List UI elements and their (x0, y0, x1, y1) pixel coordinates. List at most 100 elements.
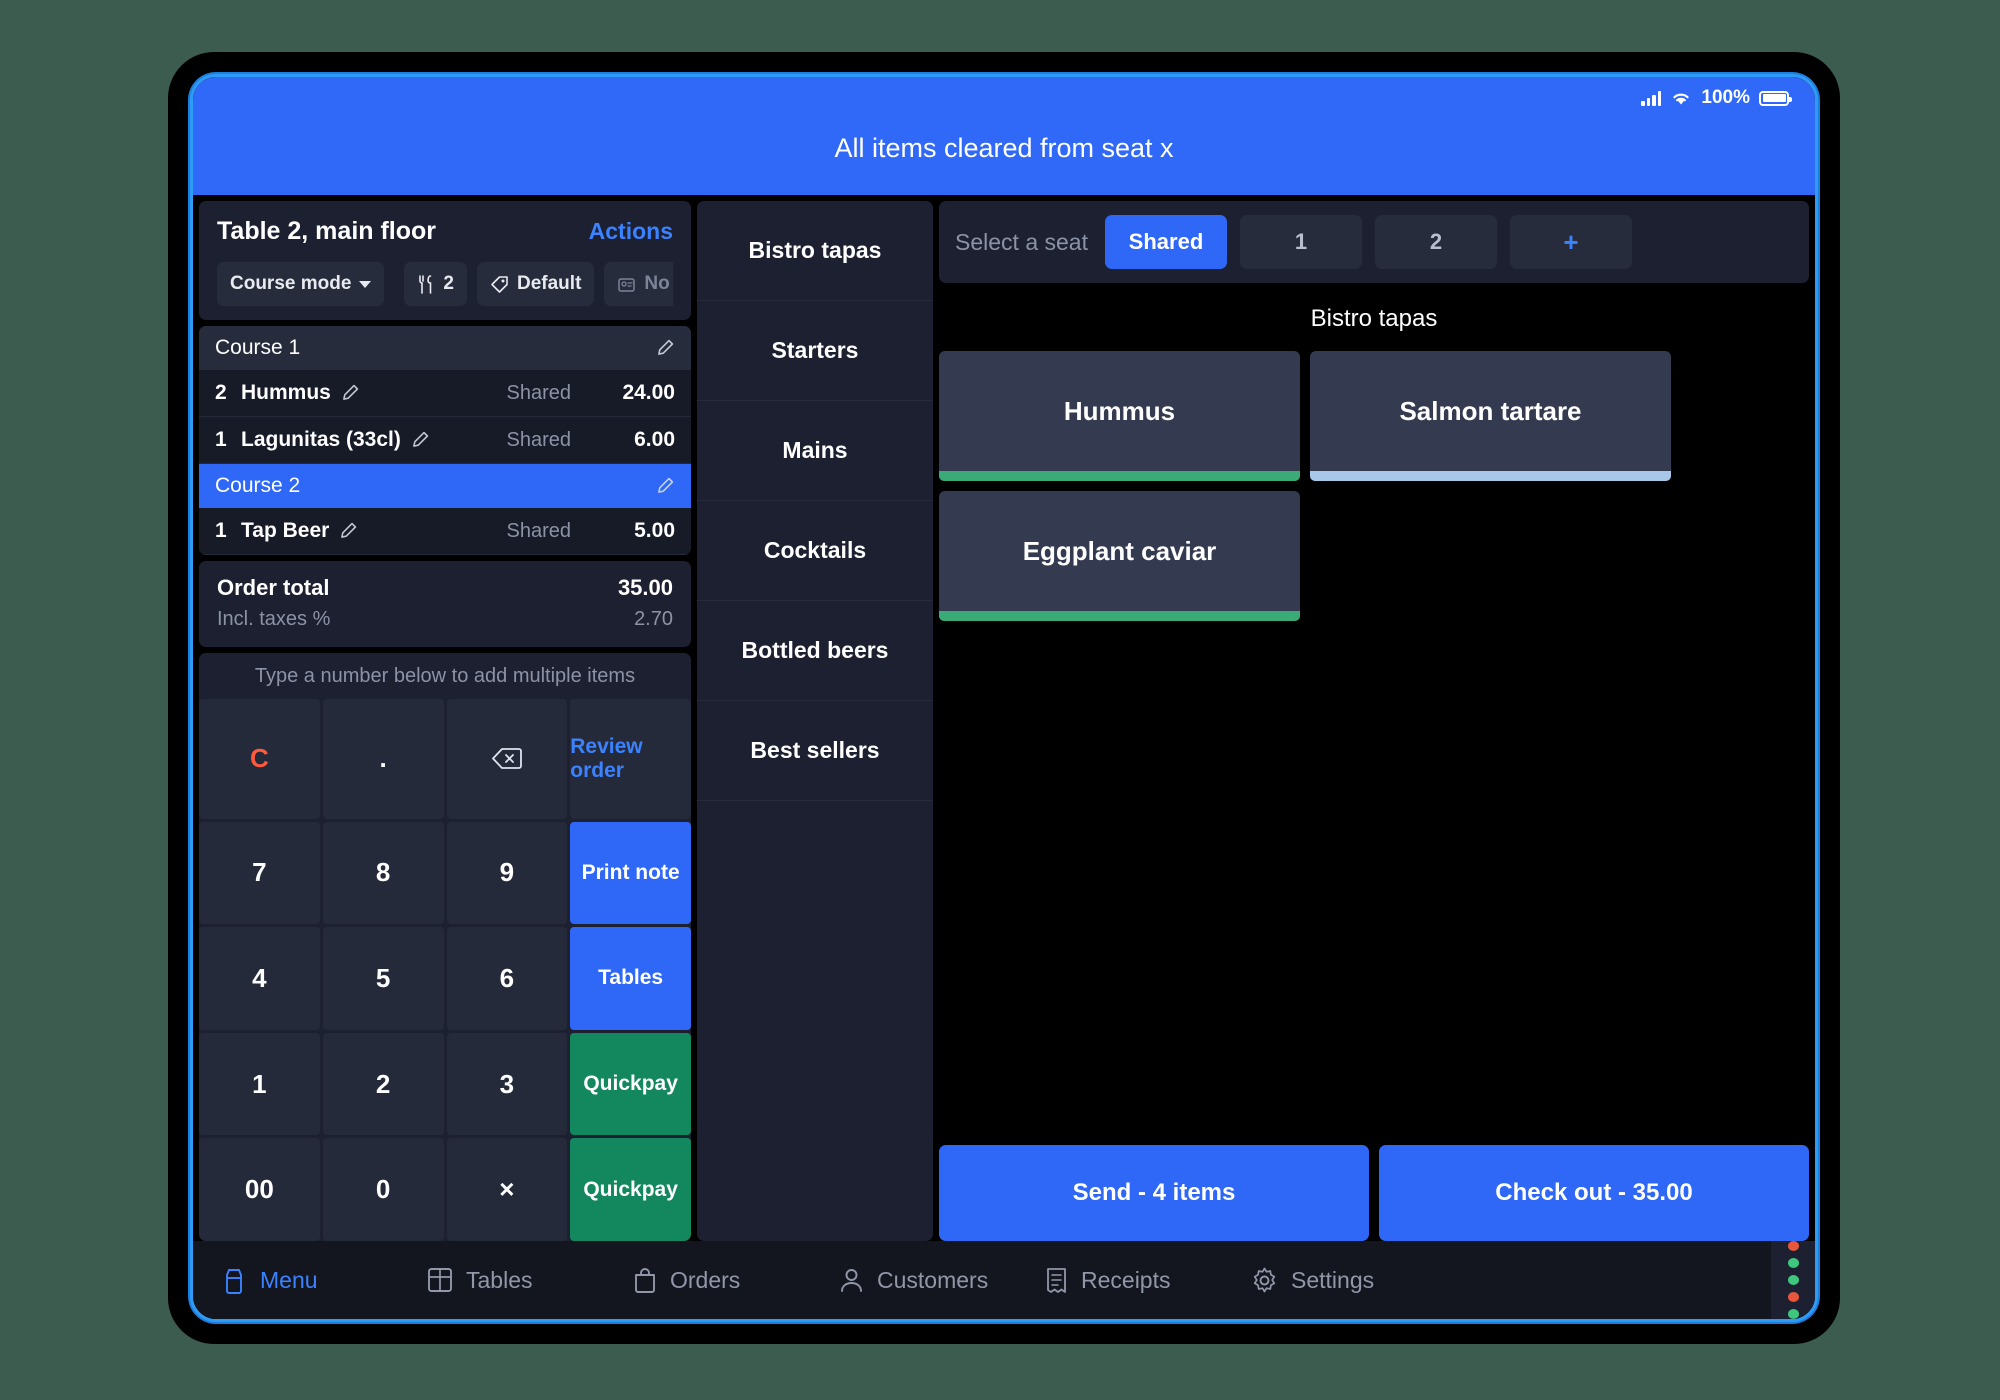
course-mode-label: Course mode (230, 273, 352, 294)
numeric-keypad: C. Review order 7 8 9 Print note 4 5 6 Tables 1 2 3 Q… (199, 699, 691, 1241)
nav-item-customers[interactable]: Customers (839, 1267, 1045, 1294)
course-label: Course 2 (215, 474, 301, 497)
quickpay-button-1[interactable]: Quickpay (570, 1032, 691, 1136)
digit-7-key[interactable]: 7 (199, 821, 320, 925)
order-line-list: Course 1 2 Hummus Shared 24.00 1 Lagunitas (33… (199, 326, 691, 555)
printer-status-indicator[interactable] (1771, 1241, 1815, 1319)
course-header-row[interactable]: Course 2 (199, 464, 691, 508)
item-price: 24.00 (622, 381, 675, 404)
status-bar: 100% (1641, 87, 1792, 109)
edit-pencil-icon[interactable] (655, 476, 675, 496)
tax-value: 2.70 (634, 608, 673, 630)
order-panel: Table 2, main floor Actions Course mode … (199, 201, 691, 1241)
bottom-navigation: Menu Tables Orders Customers Receipts Setting… (193, 1241, 1815, 1319)
main-body: Table 2, main floor Actions Course mode … (193, 195, 1815, 1241)
category-item[interactable]: Bottled beers (697, 601, 933, 701)
order-total-value: 35.00 (617, 575, 673, 600)
item-price: 6.00 (634, 428, 675, 451)
covers-chip[interactable]: 2 (404, 262, 467, 306)
checkout-button[interactable]: Check out - 35.00 (1379, 1145, 1809, 1241)
course-mode-dropdown[interactable]: Course mode (217, 262, 385, 306)
product-tile[interactable]: Hummus (939, 351, 1300, 481)
item-name: Tap Beer (241, 519, 330, 542)
status-dot (1787, 1292, 1799, 1302)
customer-chip[interactable]: No c (604, 262, 673, 306)
keypad-hint: Type a number below to add multiple item… (254, 665, 636, 687)
seat-option[interactable]: 2 (1374, 215, 1497, 269)
edit-pencil-icon[interactable] (655, 338, 675, 358)
digit-1-key[interactable]: 1 (199, 1032, 320, 1136)
nav-item-receipts[interactable]: Receipts (1045, 1267, 1251, 1294)
seat-option[interactable]: 1 (1239, 215, 1362, 269)
product-accent-bar (939, 471, 1300, 481)
receipt-icon (1045, 1267, 1068, 1294)
category-item[interactable]: Starters (697, 301, 933, 401)
seat-option[interactable]: Shared (1104, 215, 1227, 269)
tablet-device: 100% All items cleared from seat x Table… (168, 52, 1840, 1344)
category-item[interactable]: Bistro tapas (697, 201, 933, 301)
category-item[interactable]: Cocktails (697, 501, 933, 601)
order-item-row[interactable]: 1 Tap Beer Shared 5.00 (199, 508, 691, 555)
status-dot (1787, 1275, 1799, 1285)
bag-icon (633, 1267, 657, 1294)
product-tile[interactable]: Eggplant caviar (939, 491, 1300, 621)
digit-3-key[interactable]: 3 (446, 1032, 568, 1136)
price-list-chip[interactable]: Default (477, 262, 595, 306)
tables-button[interactable]: Tables (570, 927, 691, 1030)
seat-selector-label: Select a seat (955, 228, 1088, 255)
nav-item-settings[interactable]: Settings (1251, 1267, 1457, 1294)
category-label: Cocktails (763, 537, 867, 563)
review-order-button[interactable]: Review order (570, 699, 691, 819)
digit-9-key[interactable]: 9 (446, 821, 568, 925)
status-dot (1787, 1258, 1799, 1268)
decimal-key[interactable]: . (322, 699, 444, 819)
category-item[interactable]: Mains (697, 401, 933, 501)
digit-8-key[interactable]: 8 (322, 821, 444, 925)
order-item-row[interactable]: 2 Hummus Shared 24.00 (199, 370, 691, 417)
quickpay-button-2[interactable]: Quickpay (570, 1138, 691, 1241)
course-header-row[interactable]: Course 1 (199, 326, 691, 370)
print-note-button[interactable]: Print note (570, 821, 691, 925)
status-dot (1787, 1309, 1799, 1319)
item-seat: Shared (506, 381, 572, 404)
nav-item-label: Orders (670, 1266, 741, 1293)
product-label: Salmon tartare (1399, 395, 1582, 426)
banner-message: All items cleared from seat x (834, 133, 1174, 163)
nav-item-label: Tables (466, 1266, 533, 1293)
send-button[interactable]: Send - 4 items (939, 1145, 1369, 1241)
category-label: Starters (771, 337, 859, 363)
notification-banner[interactable]: 100% All items cleared from seat x (193, 77, 1815, 195)
product-grid: Hummus Salmon tartare Eggplant caviar (939, 345, 1809, 1139)
add-seat-button[interactable]: + (1509, 215, 1632, 269)
edit-pencil-icon[interactable] (410, 430, 430, 450)
backspace-key[interactable] (446, 699, 568, 819)
item-price: 5.00 (634, 519, 675, 542)
digit-5-key[interactable]: 5 (322, 927, 444, 1030)
battery-icon (1759, 90, 1792, 106)
item-quantity: 1 (215, 519, 227, 542)
clear-key[interactable]: C (199, 699, 320, 819)
product-tile[interactable]: Salmon tartare (1310, 351, 1671, 481)
digit-2-key[interactable]: 2 (322, 1032, 444, 1136)
digit-4-key[interactable]: 4 (199, 927, 320, 1030)
item-name: Lagunitas (33cl) (241, 428, 401, 451)
actions-button[interactable]: Actions (589, 218, 673, 245)
tax-label: Incl. taxes % (217, 608, 331, 630)
item-quantity: 1 (215, 428, 227, 451)
digit-00-key[interactable]: 00 (199, 1138, 320, 1241)
nav-item-menu[interactable]: Menu (221, 1267, 427, 1294)
order-item-row[interactable]: 1 Lagunitas (33cl) Shared 6.00 (199, 417, 691, 464)
product-accent-bar (939, 611, 1300, 621)
category-item[interactable]: Best sellers (697, 701, 933, 801)
digit-0-key[interactable]: 0 (322, 1138, 444, 1241)
edit-pencil-icon[interactable] (340, 383, 360, 403)
item-quantity: 2 (215, 381, 227, 404)
edit-pencil-icon[interactable] (338, 521, 358, 541)
menu-icon (221, 1267, 247, 1294)
multiply-key[interactable]: × (446, 1138, 568, 1241)
digit-6-key[interactable]: 6 (446, 927, 568, 1030)
nav-item-orders[interactable]: Orders (633, 1267, 839, 1294)
item-name: Hummus (241, 381, 331, 404)
nav-item-tables[interactable]: Tables (427, 1267, 633, 1294)
tables-icon (427, 1267, 453, 1293)
